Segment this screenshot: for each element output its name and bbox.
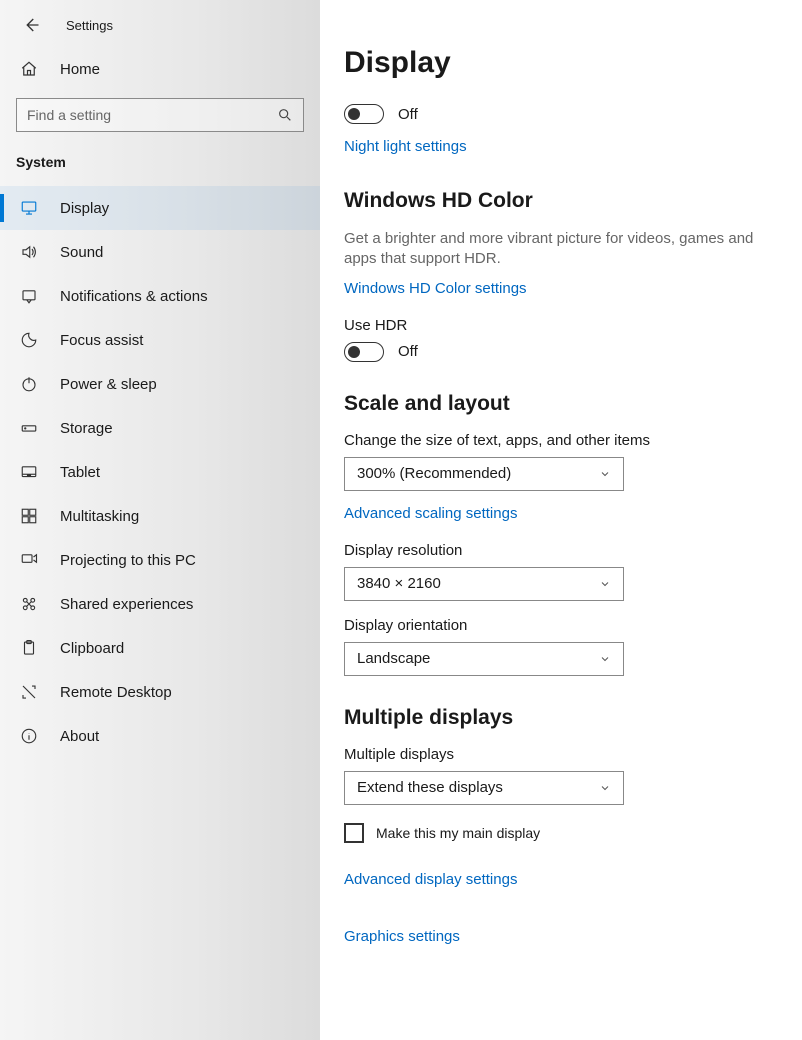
search-box[interactable] bbox=[16, 98, 304, 132]
header-row: Settings bbox=[0, 8, 320, 48]
hdcolor-desc: Get a brighter and more vibrant picture … bbox=[344, 229, 786, 270]
focus-icon bbox=[20, 331, 38, 349]
orientation-value: Landscape bbox=[357, 650, 430, 667]
multi-label: Multiple displays bbox=[344, 746, 786, 763]
sidebar-item-storage[interactable]: Storage bbox=[0, 406, 320, 450]
multi-value: Extend these displays bbox=[357, 779, 503, 796]
notifications-icon bbox=[20, 287, 38, 305]
resolution-select[interactable]: 3840 × 2160 bbox=[344, 567, 624, 601]
hdcolor-heading: Windows HD Color bbox=[344, 189, 786, 213]
sidebar-item-label: Clipboard bbox=[60, 640, 124, 657]
search-icon bbox=[277, 107, 293, 123]
tablet-icon bbox=[20, 463, 38, 481]
nav-list: Display Sound Notifications & actions Focus… bbox=[0, 186, 320, 758]
text-size-label: Change the size of text, apps, and other… bbox=[344, 432, 786, 449]
project-icon bbox=[20, 551, 38, 569]
sidebar-item-label: Remote Desktop bbox=[60, 684, 172, 701]
hdr-toggle-row: Off bbox=[344, 342, 786, 362]
sidebar-item-remote[interactable]: Remote Desktop bbox=[0, 670, 320, 714]
scale-heading: Scale and layout bbox=[344, 392, 786, 416]
chevron-down-icon bbox=[599, 468, 611, 480]
sidebar-item-label: Shared experiences bbox=[60, 596, 193, 613]
remote-icon bbox=[20, 683, 38, 701]
sidebar-item-clipboard[interactable]: Clipboard bbox=[0, 626, 320, 670]
sidebar: Settings Home System Display Sound Notific… bbox=[0, 0, 320, 1040]
sidebar-item-power[interactable]: Power & sleep bbox=[0, 362, 320, 406]
sidebar-item-label: About bbox=[60, 728, 99, 745]
sidebar-item-label: Focus assist bbox=[60, 332, 143, 349]
sidebar-item-label: Tablet bbox=[60, 464, 100, 481]
night-light-state: Off bbox=[398, 106, 418, 123]
multi-heading: Multiple displays bbox=[344, 706, 786, 730]
main-display-checkbox[interactable] bbox=[344, 823, 364, 843]
text-size-value: 300% (Recommended) bbox=[357, 465, 511, 482]
main-display-checkbox-label: Make this my main display bbox=[376, 825, 540, 841]
sidebar-item-multitask[interactable]: Multitasking bbox=[0, 494, 320, 538]
search-input[interactable] bbox=[27, 107, 277, 123]
sidebar-item-shared[interactable]: Shared experiences bbox=[0, 582, 320, 626]
main-display-checkbox-row[interactable]: Make this my main display bbox=[344, 823, 786, 843]
sidebar-item-focus[interactable]: Focus assist bbox=[0, 318, 320, 362]
settings-title: Settings bbox=[66, 18, 113, 33]
hdr-toggle[interactable] bbox=[344, 342, 384, 362]
hdcolor-settings-link[interactable]: Windows HD Color settings bbox=[344, 280, 527, 297]
sidebar-item-label: Display bbox=[60, 200, 109, 217]
sidebar-item-project[interactable]: Projecting to this PC bbox=[0, 538, 320, 582]
graphics-settings-link[interactable]: Graphics settings bbox=[344, 928, 786, 945]
main-content: Display Off Night light settings Windows… bbox=[320, 0, 802, 1040]
section-header-system: System bbox=[0, 146, 320, 186]
chevron-down-icon bbox=[599, 782, 611, 794]
power-icon bbox=[20, 375, 38, 393]
shared-icon bbox=[20, 595, 38, 613]
sidebar-item-about[interactable]: About bbox=[0, 714, 320, 758]
home-label: Home bbox=[60, 61, 100, 78]
use-hdr-label: Use HDR bbox=[344, 317, 786, 334]
advanced-scaling-link[interactable]: Advanced scaling settings bbox=[344, 505, 517, 522]
display-icon bbox=[20, 199, 38, 217]
sidebar-item-notifications[interactable]: Notifications & actions bbox=[0, 274, 320, 318]
chevron-down-icon bbox=[599, 653, 611, 665]
resolution-value: 3840 × 2160 bbox=[357, 575, 441, 592]
sidebar-item-label: Sound bbox=[60, 244, 103, 261]
storage-icon bbox=[20, 419, 38, 437]
multitask-icon bbox=[20, 507, 38, 525]
orientation-select[interactable]: Landscape bbox=[344, 642, 624, 676]
orientation-label: Display orientation bbox=[344, 617, 786, 634]
sidebar-item-label: Multitasking bbox=[60, 508, 139, 525]
sidebar-item-label: Notifications & actions bbox=[60, 288, 208, 305]
multi-select[interactable]: Extend these displays bbox=[344, 771, 624, 805]
night-light-toggle[interactable] bbox=[344, 104, 384, 124]
back-arrow-icon[interactable] bbox=[22, 16, 40, 34]
about-icon bbox=[20, 727, 38, 745]
night-light-toggle-row: Off bbox=[344, 104, 786, 124]
sidebar-item-tablet[interactable]: Tablet bbox=[0, 450, 320, 494]
page-title: Display bbox=[344, 46, 786, 80]
bottom-links: Advanced display settings Graphics setti… bbox=[344, 871, 786, 949]
home-icon bbox=[20, 60, 38, 78]
sidebar-item-label: Projecting to this PC bbox=[60, 552, 196, 569]
sidebar-item-display[interactable]: Display bbox=[0, 186, 320, 230]
sidebar-item-label: Storage bbox=[60, 420, 113, 437]
advanced-display-link[interactable]: Advanced display settings bbox=[344, 871, 786, 888]
home-nav[interactable]: Home bbox=[0, 48, 320, 90]
clipboard-icon bbox=[20, 639, 38, 657]
night-light-settings-link[interactable]: Night light settings bbox=[344, 138, 467, 155]
chevron-down-icon bbox=[599, 578, 611, 590]
sidebar-item-sound[interactable]: Sound bbox=[0, 230, 320, 274]
hdr-state: Off bbox=[398, 343, 418, 360]
sound-icon bbox=[20, 243, 38, 261]
resolution-label: Display resolution bbox=[344, 542, 786, 559]
text-size-select[interactable]: 300% (Recommended) bbox=[344, 457, 624, 491]
sidebar-item-label: Power & sleep bbox=[60, 376, 157, 393]
